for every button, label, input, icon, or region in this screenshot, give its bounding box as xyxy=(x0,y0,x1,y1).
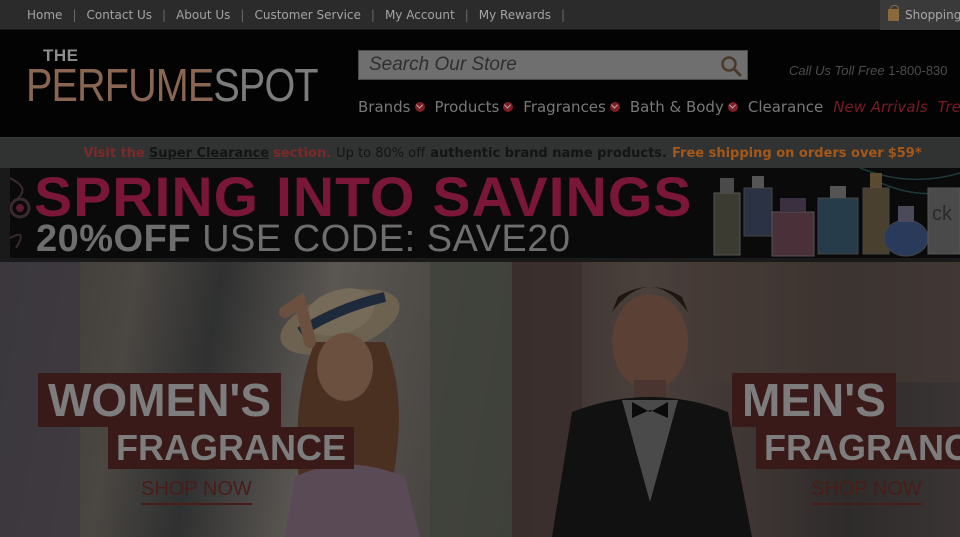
promo-authentic: authentic brand name products. xyxy=(430,145,667,161)
shopping-bag-icon xyxy=(888,5,899,21)
nav-label: Brands xyxy=(358,98,411,116)
site-header: THE PERFUMESPOT Call Us Toll Free 1-800-… xyxy=(0,30,960,137)
mens-shop-now-link[interactable]: SHOP NOW xyxy=(811,478,922,505)
promo-section: section. xyxy=(273,145,332,161)
chevron-down-icon xyxy=(414,102,425,112)
chevron-down-icon xyxy=(609,102,620,112)
shopping-cart-button[interactable]: Shopping xyxy=(880,0,960,30)
top-utility-bar: Home | Contact Us | About Us | Customer … xyxy=(0,0,960,30)
cart-label: Shopping xyxy=(905,8,960,22)
hero-section: WOMEN'S FRAGRANCE SHOP NOW MEN'S FRAGRAN… xyxy=(0,262,960,537)
banner-discount: 20%OFF xyxy=(36,218,192,258)
chevron-down-icon xyxy=(503,102,514,112)
promo-visit: Visit the xyxy=(83,145,145,161)
about-us-link[interactable]: About Us xyxy=(166,8,240,22)
womens-title-line1: WOMEN'S xyxy=(38,373,282,427)
womens-fragrance-panel[interactable]: WOMEN'S FRAGRANCE SHOP NOW xyxy=(0,262,512,537)
nav-item-new-arrivals[interactable]: New Arrivals xyxy=(833,98,927,116)
nav-item-bath-body[interactable]: Bath & Body xyxy=(630,98,738,116)
nav-item-fragrances[interactable]: Fragrances xyxy=(523,98,620,116)
logo-wordmark: PERFUMESPOT xyxy=(26,59,319,111)
nav-label: Clearance xyxy=(747,98,824,116)
nav-item-products[interactable]: Products xyxy=(435,98,514,116)
promo-strip: Visit the Super Clearance section. Up to… xyxy=(0,137,960,168)
logo-spot: SPOT xyxy=(213,59,318,111)
phone-label: Call Us Toll Free xyxy=(789,63,885,78)
top-links: Home | Contact Us | About Us | Customer … xyxy=(17,0,565,30)
search-box xyxy=(358,50,748,80)
nav-label: New Arrivals xyxy=(833,98,928,116)
my-account-link[interactable]: My Account xyxy=(375,8,465,22)
banner-headline: SPRING INTO SAVINGS xyxy=(34,168,693,228)
nav-label: Fragrances xyxy=(523,98,606,116)
perfume-bottles-image: ck xyxy=(713,168,960,257)
promo-free-shipping: Free shipping on orders over xyxy=(671,145,884,161)
spring-savings-banner[interactable]: SPRING INTO SAVINGS 20%OFF USE CODE: SAV… xyxy=(10,168,960,258)
nav-item-brands[interactable]: Brands xyxy=(358,98,425,116)
separator: | xyxy=(560,8,565,22)
nav-label: Products xyxy=(434,98,500,116)
main-navigation: Brands Products Fragrances Bath & Body C… xyxy=(358,97,960,117)
contact-us-link[interactable]: Contact Us xyxy=(76,8,162,22)
banner-code-line: 20%OFF USE CODE: SAVE20 xyxy=(36,220,571,258)
search-input[interactable] xyxy=(359,51,709,79)
promo-shipping-amount: $59* xyxy=(887,145,922,161)
my-rewards-link[interactable]: My Rewards xyxy=(469,8,561,22)
mens-title-line2: FRAGRANC xyxy=(756,427,960,469)
mens-fragrance-panel[interactable]: MEN'S FRAGRANC SHOP NOW xyxy=(512,262,960,537)
nav-label: Bath & Body xyxy=(629,98,724,116)
nav-item-trending[interactable]: Trend xyxy=(938,98,960,116)
super-clearance-link[interactable]: Super Clearance xyxy=(149,146,269,161)
chevron-down-icon xyxy=(727,102,738,112)
home-link[interactable]: Home xyxy=(17,8,72,22)
banner-promo-code: USE CODE: SAVE20 xyxy=(202,218,571,258)
toll-free-phone: Call Us Toll Free 1-800-830 xyxy=(789,63,948,78)
mens-title-line1: MEN'S xyxy=(732,373,896,427)
womens-shop-now-link[interactable]: SHOP NOW xyxy=(141,478,252,505)
womens-title-line2: FRAGRANCE xyxy=(108,427,354,469)
site-logo[interactable]: THE PERFUMESPOT xyxy=(26,47,365,108)
svg-text:ck: ck xyxy=(932,203,953,225)
promo-discount: Up to 80% off xyxy=(336,145,426,161)
customer-service-link[interactable]: Customer Service xyxy=(244,8,370,22)
nav-item-clearance[interactable]: Clearance xyxy=(748,98,823,116)
nav-label: Trend xyxy=(937,98,960,116)
phone-number: 1-800-830 xyxy=(888,63,948,78)
logo-perfume: PERFUME xyxy=(26,59,214,111)
search-icon[interactable] xyxy=(720,55,742,77)
